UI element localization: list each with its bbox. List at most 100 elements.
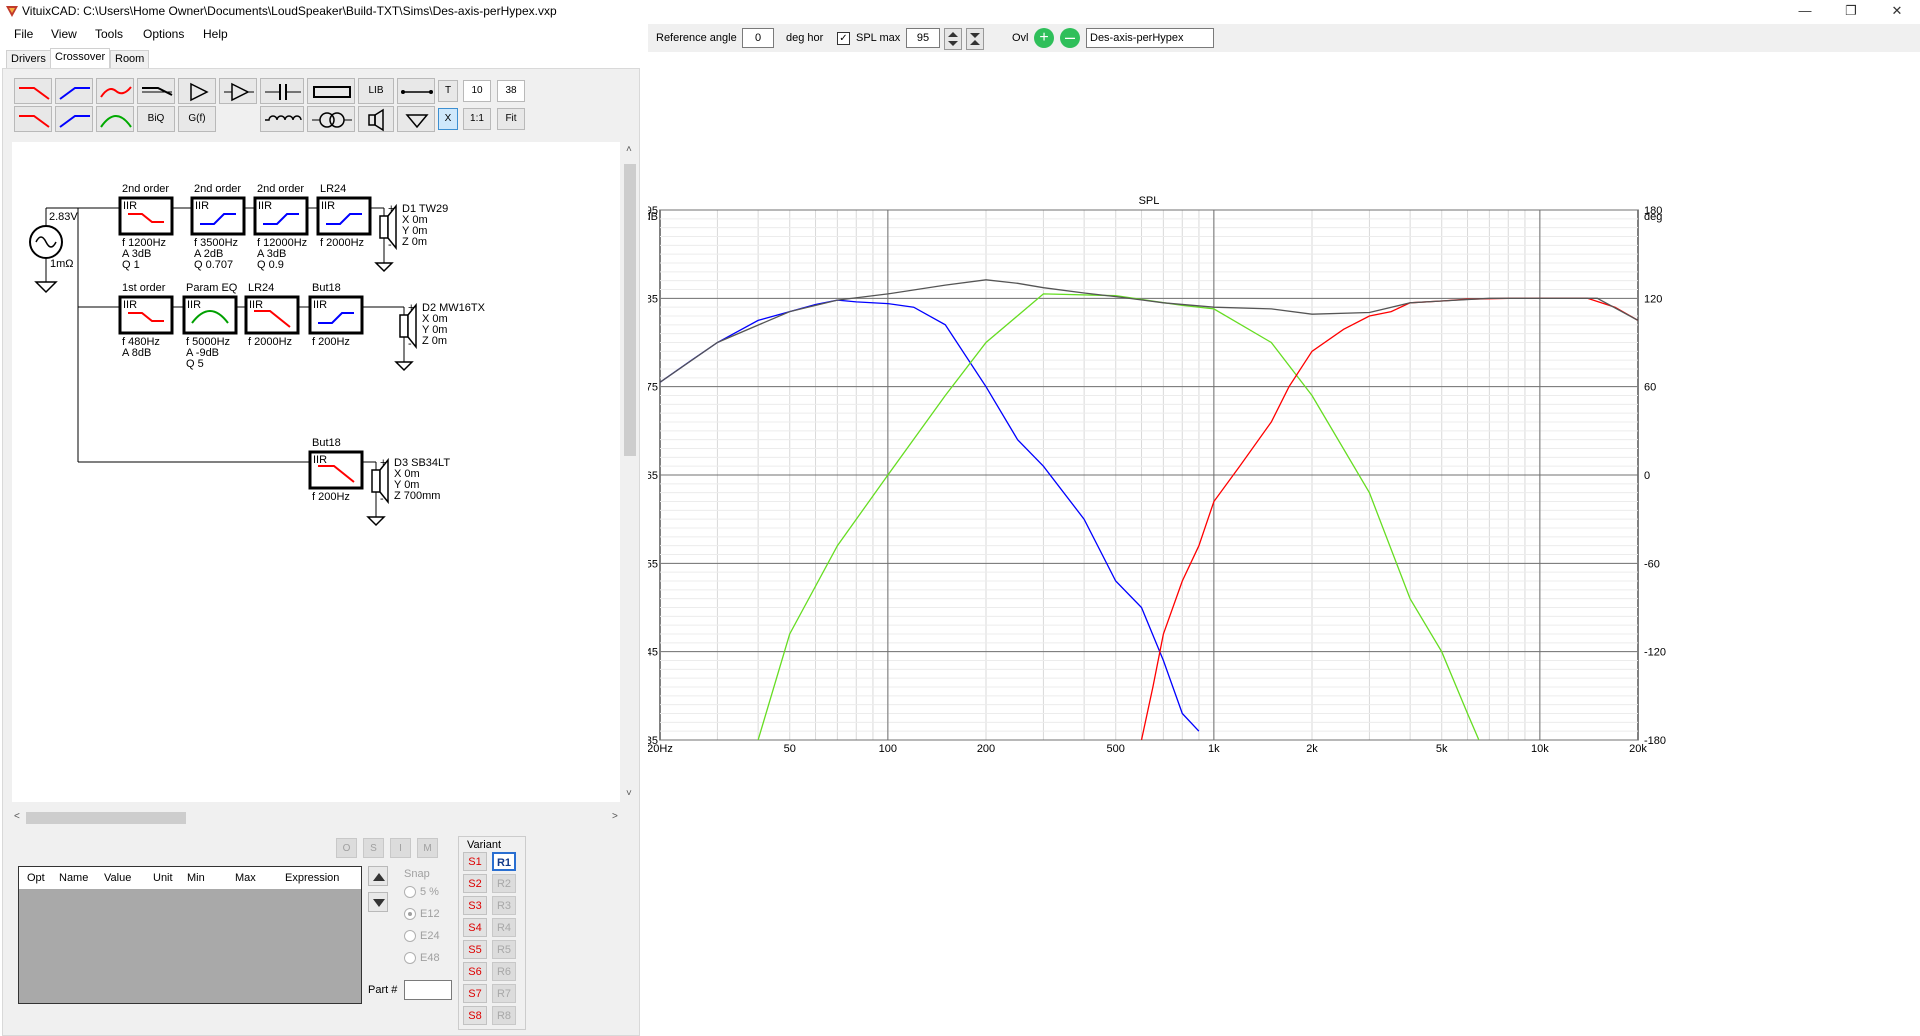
snap-e12[interactable]: E12: [404, 908, 440, 921]
variant-r6-button[interactable]: R6: [492, 962, 516, 981]
overlay-name-input[interactable]: Des-axis-perHypex: [1086, 28, 1214, 48]
driver-button[interactable]: [358, 106, 394, 132]
x-tick-label: 100: [879, 743, 897, 755]
menu-help[interactable]: Help: [203, 27, 228, 41]
optimizer-o-button[interactable]: O: [336, 838, 357, 858]
schematic-horizontal-scrollbar[interactable]: < >: [12, 810, 622, 826]
filter-parameter: f 2000Hz: [248, 336, 292, 348]
overlay-add-button[interactable]: +: [1034, 28, 1054, 48]
tab-room[interactable]: Room: [110, 50, 150, 68]
variant-s4-button[interactable]: S4: [463, 918, 487, 937]
y-tick-label: 85: [648, 293, 658, 305]
scroll-up-icon[interactable]: ˄: [626, 144, 632, 155]
value-38-button[interactable]: 38: [497, 80, 525, 102]
horizontal-scroll-thumb[interactable]: [26, 812, 186, 824]
menu-file[interactable]: File: [14, 27, 33, 41]
bandpass-button[interactable]: [96, 78, 134, 104]
variant-s7-button[interactable]: S7: [463, 984, 487, 1003]
reference-angle-input[interactable]: 0: [742, 28, 774, 48]
transformer-button[interactable]: [307, 106, 355, 132]
biquad-button[interactable]: BiQ: [137, 106, 175, 132]
spl-max-checkbox[interactable]: ✓: [837, 32, 850, 45]
inductor-button[interactable]: [260, 106, 304, 132]
snap-5-percent[interactable]: 5 %: [404, 886, 439, 899]
variant-s2-button[interactable]: S2: [463, 874, 487, 893]
filter-type-label: IIR: [249, 299, 263, 311]
tab-drivers[interactable]: Drivers: [6, 50, 51, 68]
scroll-right-icon[interactable]: >: [612, 811, 618, 822]
maximize-icon[interactable]: ❐: [1828, 0, 1874, 22]
schematic-vertical-scrollbar[interactable]: ˄ ˅: [622, 142, 638, 802]
peq-button[interactable]: [96, 106, 134, 132]
filter-block-title: Param EQ: [186, 282, 238, 294]
snap-e48[interactable]: E48: [404, 952, 440, 965]
variant-s3-button[interactable]: S3: [463, 896, 487, 915]
move-up-button[interactable]: [368, 866, 388, 886]
variant-r8-button[interactable]: R8: [492, 1006, 516, 1025]
filter-block[interactable]: IIR: [316, 196, 372, 236]
optimizer-i-button[interactable]: I: [390, 838, 411, 858]
opamp-button[interactable]: [219, 78, 257, 104]
variant-s1-button[interactable]: S1: [463, 852, 487, 871]
allpass-button[interactable]: [137, 78, 175, 104]
filter-block[interactable]: IIR: [118, 196, 174, 236]
filter-block-title: 2nd order: [257, 183, 304, 195]
highpass-blue-2-button[interactable]: [55, 106, 93, 132]
x-toggle-button[interactable]: X: [438, 108, 458, 130]
filter-block[interactable]: IIR: [253, 196, 309, 236]
fit-button[interactable]: Fit: [497, 108, 525, 130]
minimize-icon[interactable]: —: [1782, 0, 1828, 22]
variant-s6-button[interactable]: S6: [463, 962, 487, 981]
menu-tools[interactable]: Tools: [95, 27, 123, 41]
peq-icon: [100, 115, 132, 128]
optimizer-parameter-table[interactable]: Opt Name Value Unit Min Max Expression: [18, 866, 362, 1004]
menu-options[interactable]: Options: [143, 27, 184, 41]
spl-max-label: SPL max: [856, 32, 901, 44]
variant-r4-button[interactable]: R4: [492, 918, 516, 937]
optimizer-m-button[interactable]: M: [417, 838, 438, 858]
buffer-button[interactable]: [178, 78, 216, 104]
lib-button[interactable]: LIB: [358, 78, 394, 104]
menu-view[interactable]: View: [51, 27, 77, 41]
scroll-left-icon[interactable]: <: [14, 811, 20, 822]
spl-max-reset-button[interactable]: [966, 28, 984, 50]
tab-crossover[interactable]: Crossover: [50, 48, 111, 69]
filter-block[interactable]: IIR: [190, 196, 246, 236]
filter-block[interactable]: IIR: [182, 295, 238, 335]
overlay-remove-button[interactable]: –: [1060, 28, 1080, 48]
scroll-down-icon[interactable]: ˅: [626, 788, 632, 799]
highpass-blue-button[interactable]: [55, 78, 93, 104]
one-to-one-button[interactable]: 1:1: [463, 108, 491, 130]
move-down-button[interactable]: [368, 892, 388, 912]
schematic-canvas[interactable]: 2.83V 1mΩ 2nd order IIR f 1200Hz A 3dB Q 1 2nd …: [12, 142, 620, 802]
capacitor-button[interactable]: [260, 78, 304, 104]
vertical-scroll-thumb[interactable]: [624, 164, 636, 456]
t-button[interactable]: T: [438, 80, 458, 102]
ground-button[interactable]: [397, 106, 435, 132]
filter-block[interactable]: IIR: [308, 450, 364, 490]
filter-block[interactable]: IIR: [244, 295, 300, 335]
resistor-button[interactable]: [307, 78, 355, 104]
variant-r7-button[interactable]: R7: [492, 984, 516, 1003]
variant-r3-button[interactable]: R3: [492, 896, 516, 915]
lowpass-red-button[interactable]: [14, 78, 52, 104]
gf-button[interactable]: G(f): [178, 106, 216, 132]
variant-r1-button[interactable]: R1: [492, 852, 516, 871]
filter-block[interactable]: IIR: [308, 295, 364, 335]
filter-type-label: IIR: [195, 200, 209, 212]
lowpass-red-2-button[interactable]: [14, 106, 52, 132]
variant-s5-button[interactable]: S5: [463, 940, 487, 959]
wire-button[interactable]: [397, 78, 435, 104]
spl-max-spinner[interactable]: [944, 28, 962, 50]
variant-r5-button[interactable]: R5: [492, 940, 516, 959]
part-number-input[interactable]: [404, 980, 452, 1000]
filter-block[interactable]: IIR: [118, 295, 174, 335]
optimizer-s-button[interactable]: S: [363, 838, 384, 858]
close-icon[interactable]: ✕: [1874, 0, 1920, 22]
ground-icon: [366, 516, 386, 527]
spl-max-input[interactable]: 95: [906, 28, 940, 48]
variant-r2-button[interactable]: R2: [492, 874, 516, 893]
variant-s8-button[interactable]: S8: [463, 1006, 487, 1025]
value-10-button[interactable]: 10: [463, 80, 491, 102]
snap-e24[interactable]: E24: [404, 930, 440, 943]
